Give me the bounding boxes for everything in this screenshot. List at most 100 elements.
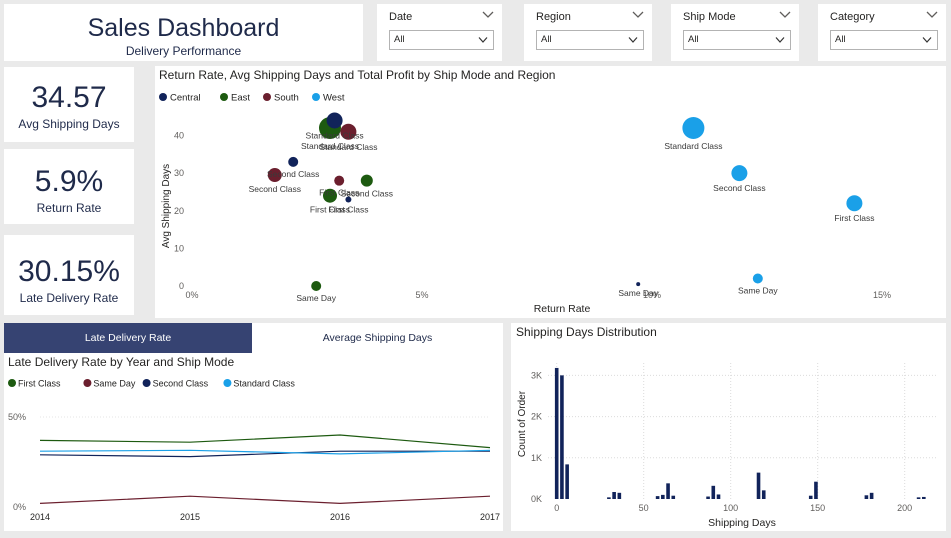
x-tick-label: 15% [873, 290, 891, 300]
y-axis-title: Avg Shipping Days [161, 164, 172, 248]
histogram-bar [666, 483, 670, 499]
y-tick-label: 2K [531, 412, 542, 422]
data-label: Second Class [267, 169, 319, 179]
kpi-value: 5.9% [34, 165, 104, 198]
bubble [360, 174, 373, 187]
chevron-down-icon [922, 37, 932, 43]
bubble [288, 156, 299, 167]
histogram-bar [560, 375, 564, 499]
chevron-down-icon[interactable] [926, 10, 938, 20]
legend-marker [8, 379, 16, 387]
bubble [752, 273, 763, 284]
data-label: Same Day [738, 285, 778, 295]
x-tick-label: 0% [185, 290, 198, 300]
slicer-category: Category All [818, 4, 946, 61]
slicer-label: Category [830, 11, 875, 23]
histogram-bar [711, 485, 716, 499]
histogram-bar [612, 491, 616, 499]
data-label: Same Day [296, 293, 336, 303]
x-tick-label: 200 [897, 503, 912, 513]
series-line [39, 434, 491, 449]
kpi-label: Return Rate [36, 201, 102, 215]
legend-label: First Class [18, 379, 61, 389]
y-tick-label: 40 [174, 131, 184, 141]
slicer-label: Ship Mode [683, 11, 736, 23]
scatter-chart-card: Return Rate, Avg Shipping Days and Total… [155, 66, 946, 318]
data-label: Standard Class [306, 130, 364, 140]
data-label: Second Class [713, 183, 765, 193]
title-card: Sales Dashboard Delivery Performance [4, 4, 363, 61]
y-tick-label: 1K [531, 453, 542, 463]
bubble [682, 117, 705, 139]
x-tick-label: 50 [639, 503, 649, 513]
slicer-dropdown[interactable]: All [683, 30, 791, 50]
slicer-label: Date [389, 11, 413, 23]
histogram-bar [761, 490, 766, 499]
slicer-ship-mode: Ship Mode All [671, 4, 799, 61]
chevron-down-icon [628, 37, 638, 43]
legend-label: Standard Class [233, 379, 295, 389]
slicer-dropdown[interactable]: All [536, 30, 644, 50]
y-tick-label: 0 [179, 281, 184, 291]
chevron-down-icon [478, 37, 488, 43]
slicer-value: All [541, 34, 552, 45]
data-label: First Class [834, 213, 874, 223]
y-tick-label: 20 [174, 206, 184, 216]
histogram-bar [671, 495, 676, 499]
y-tick-label: 3K [531, 370, 542, 380]
histogram-bar [565, 464, 569, 499]
histogram-bar [869, 492, 874, 499]
histogram-card: Shipping Days Distribution 0K 1K 2K 3K 0 50 10… [511, 323, 946, 531]
histogram-bar [916, 497, 921, 499]
series-line [39, 495, 491, 505]
data-label: Second Class [249, 184, 301, 194]
kpi-value: 30.15% [18, 255, 120, 288]
slicer-dropdown[interactable]: All [830, 30, 938, 50]
y-tick-label: 0K [531, 494, 542, 504]
histogram-bar [655, 496, 660, 499]
histogram-bar [864, 495, 869, 499]
x-tick-label: 2017 [480, 512, 500, 522]
data-label: Same Day [618, 288, 658, 298]
slicer-value: All [394, 34, 405, 45]
y-tick-label: 0% [13, 502, 26, 512]
legend-marker [263, 93, 271, 101]
data-label: Standard Class [664, 141, 722, 151]
slicer-dropdown[interactable]: All [389, 30, 494, 50]
legend-label: Same Day [93, 379, 136, 389]
chevron-down-icon [775, 37, 785, 43]
x-tick-label: 100 [723, 503, 738, 513]
legend-label: East [231, 93, 250, 104]
histogram-bar [607, 497, 611, 499]
bubble [846, 195, 863, 212]
kpi-value: 34.57 [31, 81, 107, 114]
slicer-date: Date All [377, 4, 502, 61]
histogram-bar [808, 495, 813, 499]
bubble [326, 112, 343, 129]
chevron-down-icon[interactable] [482, 10, 494, 20]
x-axis-title: Shipping Days [708, 517, 776, 529]
histogram-bar [922, 496, 926, 499]
chevron-down-icon[interactable] [779, 10, 791, 20]
y-tick-label: 10 [174, 243, 184, 253]
bubble [334, 175, 345, 186]
legend-marker [159, 93, 167, 101]
histogram-bar [661, 494, 665, 499]
bubble [636, 282, 641, 287]
data-label: First Class [319, 188, 359, 198]
legend-marker [83, 379, 92, 387]
y-axis-title: Count of Order [517, 390, 528, 457]
legend-label: Second Class [153, 379, 209, 389]
kpi-avg-shipping-days: 34.57 Avg Shipping Days [4, 67, 134, 142]
dashboard-title: Sales Dashboard [87, 14, 280, 42]
histogram-bar [617, 492, 622, 499]
line-chart: First Class Same Day Second Class Standard … [8, 379, 500, 523]
x-tick-label: 0 [554, 503, 559, 513]
legend-marker [142, 379, 151, 387]
y-tick-label: 50% [8, 412, 26, 422]
kpi-return-rate: 5.9% Return Rate [4, 149, 134, 224]
histogram-bar [706, 496, 710, 499]
legend-label: South [274, 93, 299, 104]
x-tick-label: 150 [810, 503, 825, 513]
chevron-down-icon[interactable] [632, 10, 644, 20]
